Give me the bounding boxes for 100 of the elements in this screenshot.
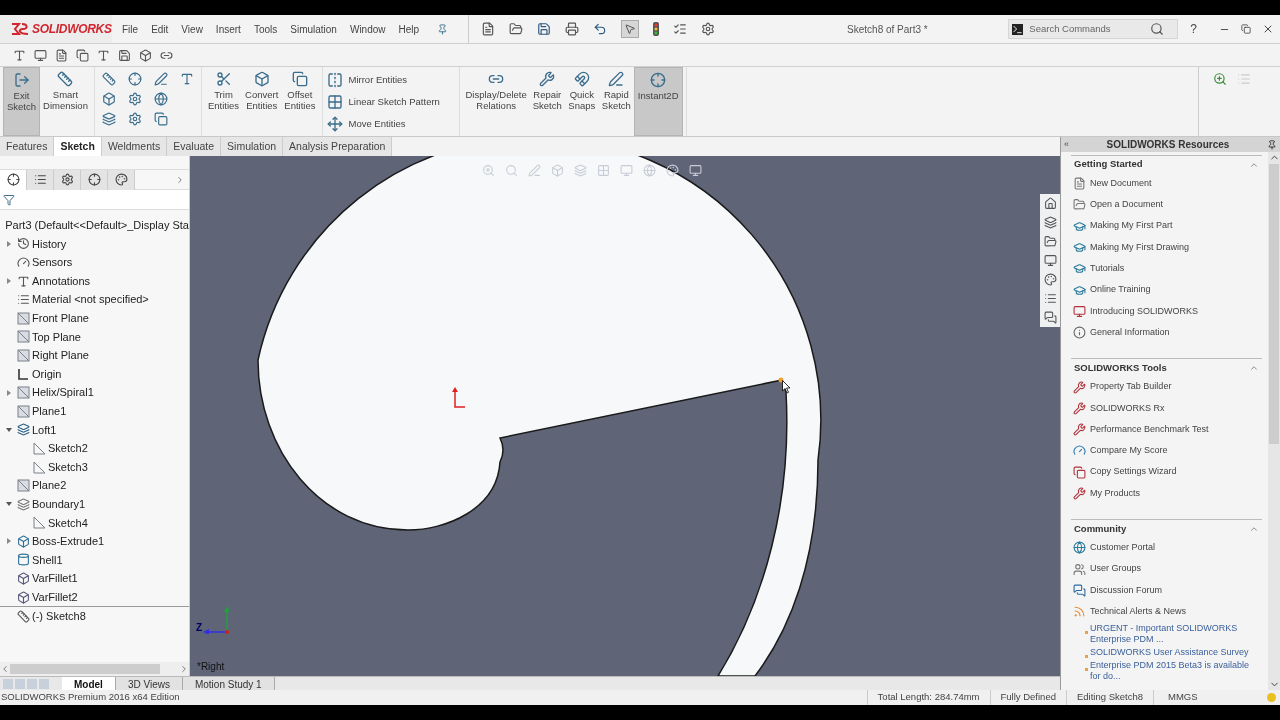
tree-item[interactable]: Material <not specified>	[32, 291, 149, 308]
tab[interactable]: Model	[62, 676, 116, 691]
news-link[interactable]: SOLIDWORKS User Assistance Survey	[1090, 647, 1249, 659]
panel-tab[interactable]	[108, 169, 135, 190]
command-button[interactable]: Mirror Entities	[326, 72, 451, 88]
resource-link[interactable]: Compare My Score	[1090, 444, 1168, 458]
resource-link[interactable]: Online Training	[1090, 283, 1151, 297]
tree-toggle[interactable]	[5, 427, 12, 432]
command-button[interactable]: Move Entities	[326, 116, 451, 132]
menu-item[interactable]: Help	[398, 21, 420, 37]
menu-item[interactable]: Edit	[151, 21, 169, 37]
command-button[interactable]: Repair Sketch	[529, 67, 565, 136]
panel-tab[interactable]	[0, 169, 27, 190]
resource-link[interactable]: Making My First Drawing	[1090, 240, 1190, 255]
resource-link[interactable]: Customer Portal	[1090, 541, 1156, 555]
search-icon[interactable]	[1150, 22, 1165, 36]
info-icon	[1073, 326, 1086, 340]
tree-item[interactable]: Sensors	[32, 254, 73, 271]
tree-item[interactable]: Helix/Spiral1	[32, 384, 94, 401]
units-selector[interactable]: MMGS	[1153, 690, 1233, 705]
command-button[interactable]: Instant2D	[633, 67, 683, 136]
tree-item[interactable]: Origin	[32, 365, 62, 383]
command-button[interactable]: Quick Snaps	[564, 67, 599, 136]
menu-item[interactable]: File	[122, 21, 139, 37]
tree-item[interactable]: History	[32, 235, 67, 253]
menu-item[interactable]: View	[181, 21, 203, 37]
resource-link[interactable]: Open a Document	[1090, 198, 1164, 212]
resource-link[interactable]: Property Tab Builder	[1090, 380, 1172, 394]
tree-toggle[interactable]	[6, 389, 11, 396]
collapse-button[interactable]: «	[1064, 137, 1069, 152]
panel-tab[interactable]	[27, 169, 54, 190]
select-button[interactable]	[621, 20, 640, 38]
tree-item[interactable]: Sketch3	[48, 458, 88, 476]
tree-item[interactable]: Boundary1	[32, 495, 86, 513]
scrollbar-thumb[interactable]	[1269, 164, 1279, 444]
command-button[interactable]: Smart Dimension	[40, 67, 91, 136]
tree-toggle[interactable]	[5, 502, 12, 507]
wrench-icon	[539, 71, 556, 87]
tab[interactable]: Analysis Preparation	[283, 137, 393, 156]
command-button[interactable]: Linear Sketch Pattern	[326, 94, 451, 110]
status-text: Fully Defined	[989, 690, 1066, 705]
resource-link[interactable]: Performance Benchmark Test	[1090, 422, 1209, 437]
tree-item[interactable]: VarFillet2	[32, 588, 78, 606]
tree-root[interactable]: Part3 (Default<<Default>_Display Sta	[5, 217, 189, 234]
scrollbar-thumb[interactable]	[10, 664, 160, 674]
resource-link[interactable]: Copy Settings Wizard	[1090, 465, 1177, 479]
tree-item[interactable]: Sketch4	[48, 514, 88, 532]
tree-item[interactable]: Loft1	[32, 421, 57, 439]
search-field[interactable]: Search Commands	[1029, 21, 1145, 37]
resource-link[interactable]: New Document	[1090, 176, 1152, 191]
resource-link[interactable]: Introducing SOLIDWORKS	[1090, 304, 1199, 319]
command-button[interactable]: Offset Entities	[281, 67, 319, 136]
tree-item[interactable]: Plane2	[32, 477, 67, 494]
resource-link[interactable]: Making My First Part	[1090, 219, 1173, 233]
toolbar-icon	[13, 48, 26, 62]
tab[interactable]: 3D Views	[115, 676, 183, 691]
news-link[interactable]: Enterprise PDM 2015 Beta3 is available for do...	[1090, 660, 1254, 683]
menu-item[interactable]: Simulation	[290, 21, 337, 37]
annotation-icon	[17, 274, 30, 288]
command-button[interactable]: Rapid Sketch	[598, 67, 634, 136]
tree-item[interactable]: (-) Sketch8	[32, 608, 86, 625]
tree-item[interactable]: Plane1	[32, 403, 67, 420]
tree-item[interactable]: Annotations	[32, 272, 91, 290]
tree-toggle[interactable]	[6, 538, 11, 545]
news-link[interactable]: URGENT - Important SOLIDWORKS Enterprise PDM ...	[1090, 623, 1254, 646]
tree-item[interactable]: Sketch2	[48, 440, 88, 457]
command-button[interactable]: Trim Entities	[204, 67, 243, 136]
tree-item[interactable]: Right Plane	[32, 347, 89, 364]
tree-item[interactable]: Boss-Extrude1	[32, 533, 105, 550]
command-button[interactable]: Display/Delete Relations	[462, 67, 530, 136]
tab[interactable]: Weldments	[101, 137, 168, 156]
resource-link[interactable]: General Information	[1090, 325, 1170, 340]
sketch-tool-icon	[127, 92, 142, 106]
resource-link[interactable]: My Products	[1090, 486, 1140, 501]
panel-tab[interactable]	[81, 169, 108, 190]
menu-item[interactable]: Window	[349, 21, 386, 37]
command-button[interactable]: Exit Sketch	[3, 67, 41, 136]
graduation-cap-icon	[1073, 283, 1086, 297]
resource-link[interactable]: Discussion Forum	[1090, 583, 1163, 598]
resource-link[interactable]: Technical Alerts & News	[1090, 604, 1187, 619]
tree-item[interactable]: Shell1	[32, 551, 63, 569]
menu-item[interactable]: Insert	[215, 21, 241, 37]
help-button[interactable]: ?	[1190, 20, 1197, 38]
tab[interactable]: Sketch	[54, 137, 102, 156]
tree-item[interactable]: Top Plane	[32, 328, 81, 346]
tab[interactable]: Simulation	[221, 137, 284, 156]
tree-item[interactable]: VarFillet1	[32, 570, 78, 587]
tab[interactable]: Evaluate	[167, 137, 222, 156]
resource-link[interactable]: Tutorials	[1090, 262, 1125, 276]
resource-link[interactable]: SOLIDWORKS Rx	[1090, 401, 1165, 416]
tab[interactable]: Features	[0, 137, 55, 156]
tree-item[interactable]: Front Plane	[32, 310, 89, 327]
search-field[interactable]: Search Commands	[1008, 19, 1179, 39]
command-button[interactable]: Convert Entities	[242, 67, 282, 136]
resource-link[interactable]: User Groups	[1090, 562, 1142, 576]
menu-item[interactable]: Tools	[253, 21, 278, 37]
tab[interactable]: Motion Study 1	[182, 676, 275, 691]
tree-toggle[interactable]	[6, 240, 11, 247]
tree-toggle[interactable]	[6, 278, 11, 285]
panel-tab[interactable]	[54, 169, 81, 190]
